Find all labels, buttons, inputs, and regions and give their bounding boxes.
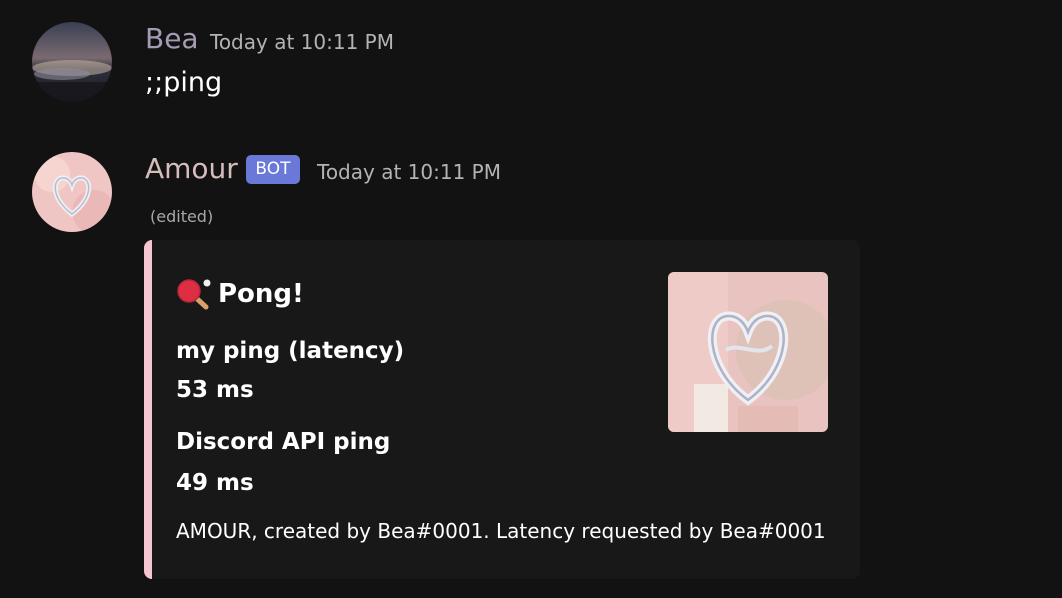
heart-logo-thumbnail (668, 272, 828, 432)
field-value-latency: 53 ms (176, 377, 254, 403)
username-bea[interactable]: Bea (145, 22, 199, 56)
field-name-api-ping: Discord API ping (176, 429, 391, 455)
message-content-bea: ;;ping (145, 67, 223, 98)
username-amour[interactable]: Amour (145, 152, 238, 186)
avatar-amour[interactable] (32, 152, 112, 232)
ping-pong-icon (177, 279, 211, 310)
avatar-amour-image (32, 152, 112, 232)
username-amour-text[interactable]: Amour (145, 152, 238, 185)
username-bea-text[interactable]: Bea (145, 22, 199, 55)
edited-label: (edited) (150, 207, 214, 226)
embed-footer: AMOUR, created by Bea#0001. Latency requ… (176, 519, 826, 543)
embed-title-text: Pong! (218, 279, 304, 309)
timestamp-amour: Today at 10:11 PM (317, 160, 501, 184)
embed-card: Pong! my ping (latency) 53 ms Discord AP… (144, 240, 860, 579)
bot-badge: BOT (246, 155, 300, 184)
embed-accent-bar (144, 240, 152, 579)
embed-title: Pong! (176, 278, 304, 310)
field-value-api-ping: 49 ms (176, 470, 254, 496)
avatar-bea[interactable] (32, 22, 112, 102)
timestamp-bea: Today at 10:11 PM (210, 30, 394, 54)
avatar-bea-image (32, 22, 112, 102)
embed-thumbnail[interactable] (668, 272, 828, 432)
field-name-latency: my ping (latency) (176, 338, 405, 364)
